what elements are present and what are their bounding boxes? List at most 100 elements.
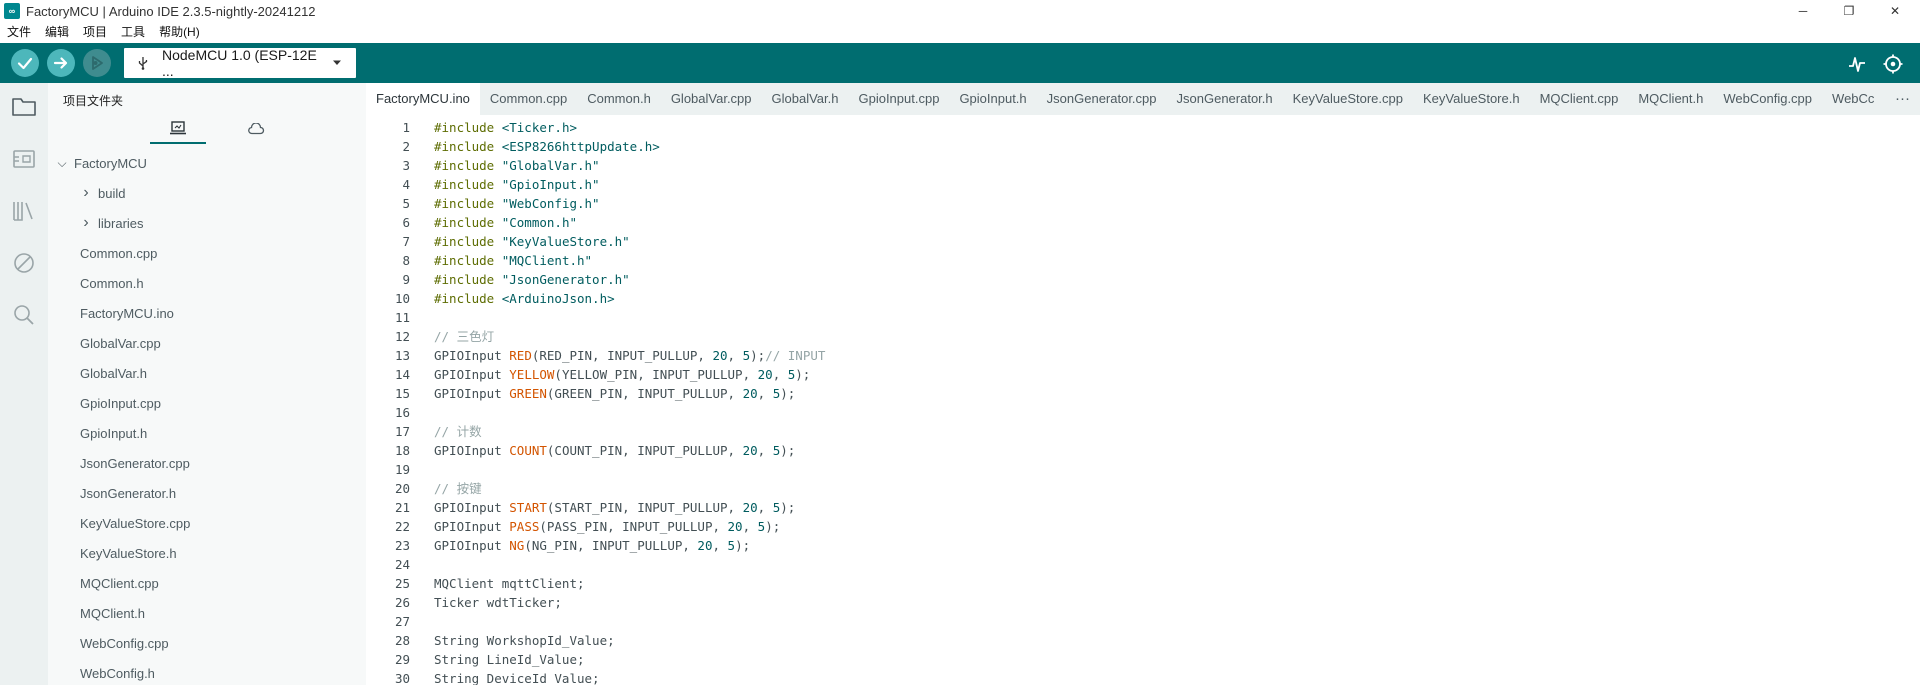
editor-tab[interactable]: GpioInput.h bbox=[949, 83, 1036, 115]
editor-tab[interactable]: GlobalVar.h bbox=[762, 83, 849, 115]
library-manager-button[interactable] bbox=[10, 197, 38, 225]
line-number: 5 bbox=[402, 196, 410, 211]
tree-folder-item[interactable]: › build bbox=[48, 178, 366, 208]
menu-file[interactable]: 文件 bbox=[0, 22, 38, 43]
tree-file-item[interactable]: KeyValueStore.h bbox=[48, 538, 366, 568]
window-title: FactoryMCU | Arduino IDE 2.3.5-nightly-2… bbox=[26, 3, 316, 19]
tree-file-item[interactable]: WebConfig.h bbox=[48, 658, 366, 685]
code-token: 20 bbox=[742, 386, 758, 401]
tree-item-label: GpioInput.cpp bbox=[80, 395, 161, 411]
editor-tab[interactable]: GpioInput.cpp bbox=[848, 83, 949, 115]
editor-tab[interactable]: MQClient.h bbox=[1628, 83, 1713, 115]
editor-tab[interactable]: JsonGenerator.h bbox=[1167, 83, 1283, 115]
code-token: #include bbox=[434, 177, 502, 192]
code-token: #include bbox=[434, 139, 502, 154]
code-token: #include bbox=[434, 196, 502, 211]
tree-folder-item[interactable]: › libraries bbox=[48, 208, 366, 238]
menu-tools[interactable]: 工具 bbox=[114, 22, 152, 43]
code-line: 13 GPIOInput RED(RED_PIN, INPUT_PULLUP, 2… bbox=[366, 346, 1920, 365]
serial-plotter-button[interactable] bbox=[1846, 53, 1868, 75]
boards-manager-button[interactable] bbox=[10, 145, 38, 173]
code-text: GPIOInput NG(NG_PIN, INPUT_PULLUP, 20, 5… bbox=[434, 536, 750, 555]
code-token: RED bbox=[509, 348, 532, 363]
code-token: GPIOInput bbox=[434, 538, 510, 553]
code-line: 15 GPIOInput GREEN(GREEN_PIN, INPUT_PULLU… bbox=[366, 384, 1920, 403]
line-number: 6 bbox=[402, 215, 410, 230]
tree-file-item[interactable]: GlobalVar.cpp bbox=[48, 328, 366, 358]
code-token: "Common.h" bbox=[501, 215, 577, 230]
tree-file-item[interactable]: MQClient.cpp bbox=[48, 568, 366, 598]
verify-button[interactable] bbox=[11, 49, 39, 77]
tab-local-sketchbook[interactable] bbox=[150, 114, 206, 144]
code-token: GPIOInput bbox=[434, 519, 510, 534]
line-number: 8 bbox=[402, 253, 410, 268]
line-number: 13 bbox=[394, 348, 410, 363]
tree-file-item[interactable]: Common.h bbox=[48, 268, 366, 298]
editor-tab[interactable]: KeyValueStore.cpp bbox=[1283, 83, 1413, 115]
arrow-right-icon bbox=[53, 57, 68, 69]
code-token: #include bbox=[434, 215, 502, 230]
tree-item-label: WebConfig.cpp bbox=[80, 635, 169, 651]
tree-file-item[interactable]: GpioInput.h bbox=[48, 418, 366, 448]
editor-tab[interactable]: MQClient.cpp bbox=[1530, 83, 1629, 115]
editor-tab[interactable]: FactoryMCU.ino bbox=[366, 83, 480, 115]
chevron-down-icon: ⌵ bbox=[57, 155, 67, 170]
tree-file-item[interactable]: Common.cpp bbox=[48, 238, 366, 268]
tree-file-item[interactable]: WebConfig.cpp bbox=[48, 628, 366, 658]
code-line: 12 // 三色灯 bbox=[366, 327, 1920, 346]
close-button[interactable]: ✕ bbox=[1872, 0, 1918, 22]
sketchbook-button[interactable] bbox=[10, 93, 38, 121]
menu-help[interactable]: 帮助(H) bbox=[152, 22, 207, 43]
menu-project[interactable]: 项目 bbox=[76, 22, 114, 43]
editor-tab[interactable]: JsonGenerator.cpp bbox=[1037, 83, 1167, 115]
debug-button[interactable] bbox=[83, 49, 111, 77]
tree-file-item[interactable]: KeyValueStore.cpp bbox=[48, 508, 366, 538]
menu-edit[interactable]: 编辑 bbox=[38, 22, 76, 43]
editor-tab[interactable]: KeyValueStore.h bbox=[1413, 83, 1530, 115]
upload-button[interactable] bbox=[47, 49, 75, 77]
serial-monitor-button[interactable] bbox=[1882, 53, 1904, 75]
code-token: // 按键 bbox=[434, 481, 482, 496]
code-line: 23 GPIOInput NG(NG_PIN, INPUT_PULLUP, 20,… bbox=[366, 536, 1920, 555]
editor-tab[interactable]: Common.cpp bbox=[480, 83, 577, 115]
code-token: 20 bbox=[727, 519, 743, 534]
tree-file-item[interactable]: JsonGenerator.cpp bbox=[48, 448, 366, 478]
code-token: <ArduinoJson.h> bbox=[501, 291, 615, 306]
tree-root-folder[interactable]: ⌵ FactoryMCU bbox=[48, 148, 366, 178]
editor-tab[interactable]: Common.h bbox=[577, 83, 661, 115]
code-line: 25 MQClient mqttClient; bbox=[366, 574, 1920, 593]
tree-file-item[interactable]: FactoryMCU.ino bbox=[48, 298, 366, 328]
code-editor[interactable]: 1 #include <Ticker.h> 2 #include <ESP8266ht… bbox=[366, 115, 1920, 685]
code-text: GPIOInput YELLOW(YELLOW_PIN, INPUT_PULLU… bbox=[434, 365, 810, 384]
board-selector[interactable]: NodeMCU 1.0 (ESP-12E ... bbox=[124, 47, 356, 79]
tree-file-item[interactable]: GlobalVar.h bbox=[48, 358, 366, 388]
line-number: 16 bbox=[394, 405, 410, 420]
debug-panel-button[interactable] bbox=[10, 249, 38, 277]
tab-cloud-sketchbook[interactable] bbox=[228, 114, 284, 144]
more-tabs-icon[interactable]: ··· bbox=[1889, 83, 1910, 115]
tree-item-label: build bbox=[98, 185, 126, 201]
minimize-button[interactable]: ─ bbox=[1780, 0, 1826, 22]
code-token: , bbox=[757, 386, 773, 401]
code-token: "WebConfig.h" bbox=[501, 196, 600, 211]
code-token: #include bbox=[434, 253, 502, 268]
line-number: 22 bbox=[394, 519, 410, 534]
usb-icon bbox=[138, 57, 148, 70]
editor-tab[interactable]: GlobalVar.cpp bbox=[661, 83, 762, 115]
code-token: GREEN bbox=[509, 386, 547, 401]
tree-item-label: FactoryMCU.ino bbox=[80, 305, 174, 321]
code-text: String WorkshopId_Value; bbox=[434, 631, 615, 650]
line-number: 19 bbox=[394, 462, 410, 477]
line-number: 26 bbox=[394, 595, 410, 610]
tree-file-item[interactable]: MQClient.h bbox=[48, 598, 366, 628]
editor-tab[interactable]: WebConfig.cpp bbox=[1713, 83, 1822, 115]
tree-file-item[interactable]: GpioInput.cpp bbox=[48, 388, 366, 418]
code-line: 2 #include <ESP8266httpUpdate.h> bbox=[366, 137, 1920, 156]
search-button[interactable] bbox=[10, 301, 38, 329]
editor-tab[interactable]: WebCc bbox=[1822, 83, 1884, 115]
cloud-icon bbox=[248, 123, 265, 135]
code-text: #include <ArduinoJson.h> bbox=[434, 289, 615, 308]
code-token: 20 bbox=[742, 443, 758, 458]
tree-file-item[interactable]: JsonGenerator.h bbox=[48, 478, 366, 508]
restore-button[interactable]: ❐ bbox=[1826, 0, 1872, 22]
